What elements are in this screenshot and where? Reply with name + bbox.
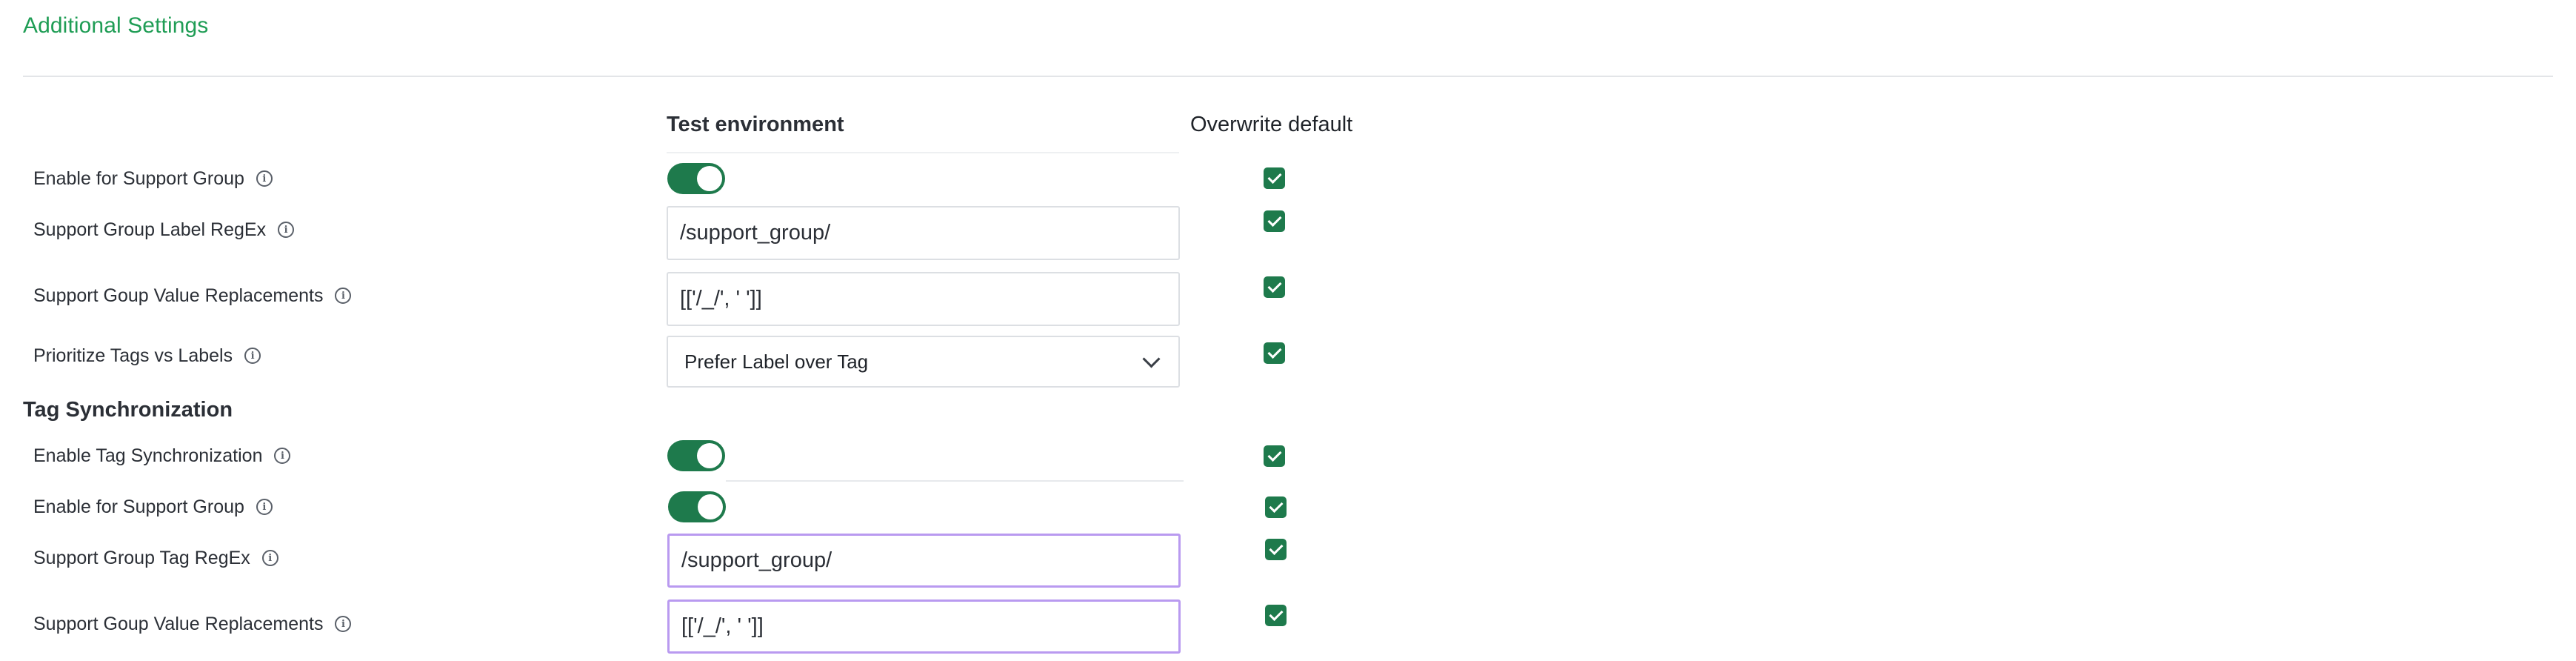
check-icon <box>1267 344 1282 359</box>
prioritize-select[interactable]: Prefer Label over Tag <box>667 336 1180 388</box>
support-group-replacements-row-label: Support Goup Value Replacements i <box>33 281 352 310</box>
check-icon <box>1267 212 1282 227</box>
tag-sync-enable-group-overwrite-checkbox[interactable] <box>1265 496 1287 518</box>
check-icon <box>1269 606 1284 622</box>
enable-support-group-row-label: Enable for Support Group i <box>33 164 273 193</box>
info-icon[interactable]: i <box>274 448 291 464</box>
tag-replacements-input[interactable] <box>667 599 1181 654</box>
prioritize-overwrite-checkbox[interactable] <box>1264 342 1285 364</box>
enable-tag-sync-overwrite-checkbox[interactable] <box>1264 445 1285 467</box>
check-icon <box>1269 540 1284 556</box>
tag-regex-overwrite-checkbox[interactable] <box>1265 539 1287 560</box>
enable-support-group-overwrite-checkbox[interactable] <box>1264 167 1285 189</box>
info-icon[interactable]: i <box>335 288 352 304</box>
prioritize-select-value: Prefer Label over Tag <box>684 350 869 373</box>
enable-support-group-toggle[interactable] <box>667 163 725 194</box>
enable-support-group-label: Enable for Support Group <box>33 167 244 189</box>
check-icon <box>1269 498 1284 514</box>
field-underline <box>726 480 1184 482</box>
toggle-knob <box>698 494 723 519</box>
support-group-regex-row-label: Support Group Label RegEx i <box>33 215 295 245</box>
column-header-test-environment: Test environment <box>667 113 844 136</box>
info-icon[interactable]: i <box>335 616 352 632</box>
tag-replacements-row-label: Support Goup Value Replacements i <box>33 609 352 639</box>
enable-tag-sync-label: Enable Tag Synchronization <box>33 445 263 466</box>
toggle-knob <box>697 443 722 468</box>
info-icon[interactable]: i <box>256 170 273 187</box>
enable-tag-sync-row-label: Enable Tag Synchronization i <box>33 441 291 471</box>
tag-replacements-overwrite-checkbox[interactable] <box>1265 605 1287 626</box>
tag-regex-input[interactable] <box>667 534 1181 588</box>
support-group-replacements-input[interactable] <box>667 272 1180 326</box>
support-group-regex-overwrite-checkbox[interactable] <box>1264 210 1285 232</box>
check-icon <box>1267 447 1282 462</box>
tag-replacements-label: Support Goup Value Replacements <box>33 613 324 634</box>
info-icon[interactable]: i <box>244 348 261 364</box>
info-icon[interactable]: i <box>256 499 273 515</box>
tag-sync-enable-group-toggle[interactable] <box>668 491 726 522</box>
support-group-regex-input[interactable] <box>667 206 1180 260</box>
page-title: Additional Settings <box>23 13 209 38</box>
tag-sync-title: Tag Synchronization <box>23 398 233 422</box>
check-icon <box>1267 169 1282 185</box>
tag-sync-enable-group-row-label: Enable for Support Group i <box>33 492 273 522</box>
divider <box>23 76 2553 77</box>
prioritize-row-label: Prioritize Tags vs Labels i <box>33 341 261 371</box>
check-icon <box>1267 278 1282 293</box>
support-group-replacements-overwrite-checkbox[interactable] <box>1264 276 1285 298</box>
tag-regex-label: Support Group Tag RegEx <box>33 547 250 568</box>
tag-sync-enable-group-label: Enable for Support Group <box>33 496 244 517</box>
info-icon[interactable]: i <box>278 222 295 238</box>
support-group-regex-label: Support Group Label RegEx <box>33 219 267 240</box>
additional-settings-page: Additional Settings Test environment Ove… <box>0 0 2576 661</box>
tag-regex-row-label: Support Group Tag RegEx i <box>33 543 278 573</box>
column-header-overwrite-default: Overwrite default <box>1190 113 1353 136</box>
enable-tag-sync-toggle[interactable] <box>667 440 725 471</box>
prioritize-label: Prioritize Tags vs Labels <box>33 345 233 366</box>
toggle-knob <box>697 166 722 191</box>
support-group-replacements-label: Support Goup Value Replacements <box>33 285 324 306</box>
column-header-underline <box>667 152 1179 153</box>
chevron-down-icon <box>1142 349 1161 368</box>
info-icon[interactable]: i <box>261 550 278 566</box>
